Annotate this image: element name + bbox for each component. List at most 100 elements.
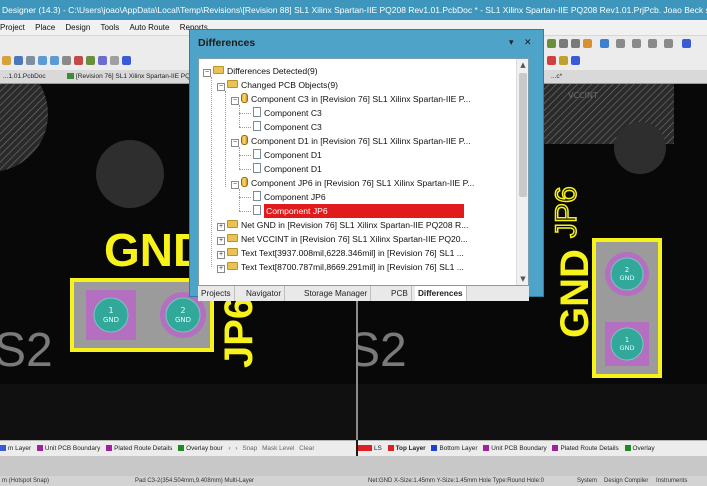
compile-icon[interactable] [547, 39, 556, 48]
design-compiler-button[interactable]: Design Compiler [604, 476, 648, 486]
expand-button[interactable]: + [217, 237, 225, 245]
tree-item-net-vccint[interactable]: + Net VCCINT in [Revision 76] SL1 Xilinx … [217, 232, 468, 246]
zoom-fit-icon[interactable] [50, 56, 59, 65]
align-icon[interactable] [616, 39, 625, 48]
design-rule-icon[interactable] [547, 56, 556, 65]
layer-label: Unit PCB Boundary [44, 445, 101, 452]
layer-swatch [624, 445, 631, 451]
mask-level-button[interactable]: Mask Level [262, 441, 294, 456]
layer-tab-top[interactable]: Top Layer [387, 441, 426, 456]
collapse-button[interactable]: − [231, 97, 239, 105]
tab-projects[interactable]: Projects [198, 286, 235, 301]
menu-design[interactable]: Design [65, 23, 90, 32]
doc-tab-revision-76[interactable]: [Revision 76] SL1 Xilinx Spartan-IIE PQ2… [64, 70, 204, 83]
designator-jp6: JP6 [550, 186, 583, 238]
layer-tab-plated-route[interactable]: Plated Route Details [552, 441, 619, 456]
tree-line [239, 189, 240, 211]
doc-tab-right[interactable]: ...c* [548, 70, 565, 83]
expand-button[interactable]: + [217, 265, 225, 273]
measure-icon[interactable] [682, 39, 691, 48]
scroll-thumb[interactable] [519, 73, 527, 197]
nav-forward-icon[interactable] [571, 39, 580, 48]
snap-button[interactable]: Snap [242, 441, 257, 456]
tree-item-component-jp6[interactable]: − Component JP6 in [Revision 76] SL1 Xili… [231, 176, 474, 190]
grid-icon[interactable] [648, 39, 657, 48]
layer-scroll-left-button[interactable]: ‹ [229, 441, 231, 456]
save-icon[interactable] [14, 56, 23, 65]
layer-tab-unit-pcb-boundary[interactable]: Unit PCB Boundary [36, 441, 101, 456]
tab-storage-manager[interactable]: Storage Manager [301, 286, 372, 301]
collapse-button[interactable]: − [203, 69, 211, 77]
clear-button[interactable]: Clear [299, 441, 314, 456]
status-pad-info: Pad C3-2(354.504mm,9.408mm) Multi-Layer [135, 478, 255, 484]
layer-swatch [178, 445, 185, 451]
collapse-button[interactable]: − [231, 139, 239, 147]
scroll-down-icon[interactable]: ▼ [517, 273, 528, 285]
layer-tab-overlay[interactable]: Overlay [624, 441, 655, 456]
layer-tab-bottom[interactable]: Bottom Layer [431, 441, 477, 456]
tab-differences[interactable]: Differences [415, 286, 467, 301]
layer-scroll-right-button[interactable]: › [235, 441, 237, 456]
print-icon[interactable] [26, 56, 35, 65]
layer-stack-icon[interactable] [664, 39, 673, 48]
draw-icon[interactable] [632, 39, 641, 48]
expand-button[interactable]: + [217, 223, 225, 231]
tree-scrollbar[interactable]: ▲ ▼ [516, 59, 528, 285]
tree-item-net-gnd[interactable]: + Net GND in [Revision 76] SL1 Xilinx Spa… [217, 218, 468, 232]
tree-line [239, 147, 240, 169]
tree-item-differences-detected[interactable]: − Differences Detected(9) [203, 64, 318, 78]
select-icon[interactable] [74, 56, 83, 65]
tree-item-component-d1-child[interactable]: Component D1 [253, 162, 322, 176]
nav-back-icon[interactable] [559, 39, 568, 48]
tree-item-component-d1-child[interactable]: Component D1 [253, 148, 322, 162]
place-icon[interactable] [98, 56, 107, 65]
menu-place[interactable]: Place [35, 23, 55, 32]
instruments-button[interactable]: Instruments [656, 476, 687, 486]
tree-item-component-c3-child[interactable]: Component C3 [253, 120, 322, 134]
layer-label: Plated Route Details [560, 445, 619, 452]
tab-navigator[interactable]: Navigator [243, 286, 286, 301]
menu-auto-route[interactable]: Auto Route [129, 23, 169, 32]
move-icon[interactable] [86, 56, 95, 65]
folder-icon [227, 234, 238, 242]
string-icon[interactable] [571, 56, 580, 65]
menu-tools[interactable]: Tools [101, 23, 120, 32]
pad-2-net: GND [620, 274, 635, 282]
collapse-button[interactable]: − [231, 181, 239, 189]
close-icon[interactable]: ✕ [524, 30, 532, 57]
pad-icon[interactable] [559, 56, 568, 65]
text-icon[interactable] [122, 56, 131, 65]
tab-pcb[interactable]: PCB [388, 286, 412, 301]
cross-probe-icon[interactable] [62, 56, 71, 65]
tree-item-component-jp6-child[interactable]: Component JP6 [253, 190, 326, 204]
tree-item-changed-pcb-objects[interactable]: − Changed PCB Objects(9) [217, 78, 338, 92]
tree-item-text-2[interactable]: + Text Text[8700.787mil,8669.291mil] in [… [217, 260, 464, 274]
tree-item-component-jp6-selected[interactable]: Component JP6 [253, 204, 464, 218]
tree-item-text-1[interactable]: + Text Text[3937.008mil,6228.346mil] in [… [217, 246, 464, 260]
route-icon[interactable] [110, 56, 119, 65]
layer-tab-overlay[interactable]: Overlay bour [178, 441, 223, 456]
tree-item-component-c3-child[interactable]: Component C3 [253, 106, 322, 120]
collapse-button[interactable]: − [217, 83, 225, 91]
filter-icon[interactable] [600, 39, 609, 48]
zoom-icon[interactable] [38, 56, 47, 65]
tree-item-component-c3[interactable]: − Component C3 in [Revision 76] SL1 Xilin… [231, 92, 471, 106]
tree-line [239, 127, 251, 128]
system-button[interactable]: System [577, 476, 597, 486]
pad-2-net: GND [175, 316, 191, 324]
component-icon[interactable] [583, 39, 592, 48]
layer-set-button[interactable]: LS [358, 441, 382, 456]
expand-button[interactable]: + [217, 251, 225, 259]
menu-project[interactable]: Project [0, 23, 25, 32]
app-window: Designer (14.3) - C:\Users\joao\AppData\… [0, 0, 707, 486]
open-icon[interactable] [2, 56, 11, 65]
layer-tab-plated-route[interactable]: Plated Route Details [106, 441, 172, 456]
panel-menu-icon[interactable]: ▾ [509, 30, 514, 57]
tree-item-label: Component C3 [264, 108, 322, 118]
doc-tab-current[interactable]: ...1.01.PcbDoc [0, 70, 49, 83]
scroll-up-icon[interactable]: ▲ [517, 59, 528, 71]
tree-item-component-d1[interactable]: − Component D1 in [Revision 76] SL1 Xilin… [231, 134, 471, 148]
layer-tab-unit-pcb-boundary[interactable]: Unit PCB Boundary [483, 441, 547, 456]
layer-swatch [0, 445, 6, 451]
layer-tab-bottom[interactable]: m Layer [0, 441, 31, 456]
